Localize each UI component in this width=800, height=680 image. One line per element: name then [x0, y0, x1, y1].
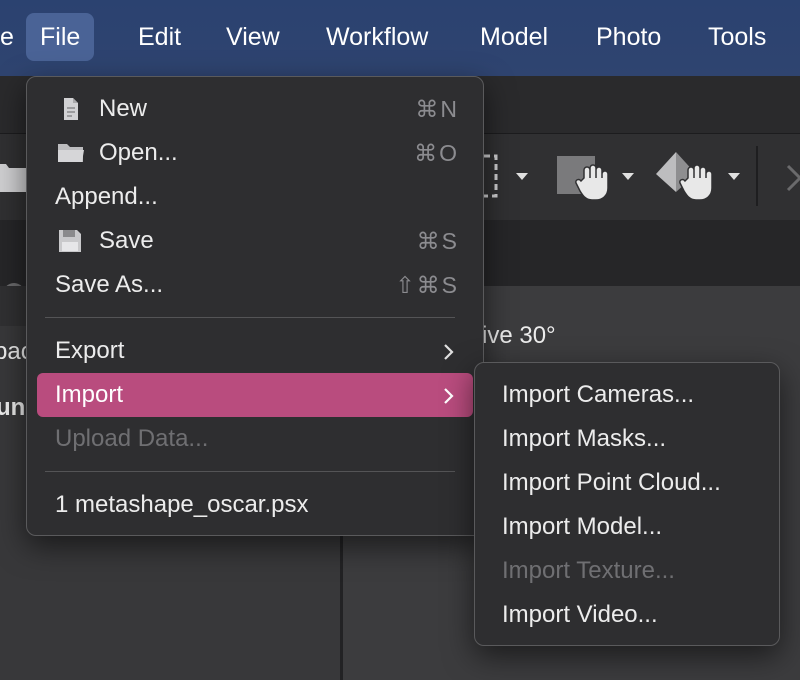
keyboard-shortcut: ⌘N — [415, 96, 459, 122]
menubar-item-partial[interactable]: e — [0, 13, 28, 61]
menu-item-import-video[interactable]: Import Video... — [485, 593, 769, 637]
chevron-down-icon[interactable] — [516, 173, 528, 180]
menu-item-import-texture: Import Texture... — [485, 549, 769, 593]
menu-item-save[interactable]: Save ⌘S — [37, 219, 473, 263]
menu-item-upload-data: Upload Data... — [37, 417, 473, 461]
menu-item-label: Import Masks... — [502, 425, 667, 452]
menu-item-import-model[interactable]: Import Model... — [485, 505, 769, 549]
menu-item-label: Import Video... — [502, 601, 658, 628]
close-icon[interactable] — [786, 164, 800, 192]
chevron-down-icon[interactable] — [622, 173, 634, 180]
menu-item-label: Import Model... — [502, 513, 663, 540]
menu-item-label: 1 metashape_oscar.psx — [55, 491, 309, 518]
menubar-item-model[interactable]: Model — [466, 13, 562, 61]
menu-item-import-cameras[interactable]: Import Cameras... — [485, 373, 769, 417]
menu-item-label: Import Cameras... — [502, 381, 695, 408]
menu-item-label: Append... — [55, 183, 158, 210]
menu-item-recent-file[interactable]: 1 metashape_oscar.psx — [37, 483, 473, 527]
pan-hand-icon[interactable] — [654, 150, 716, 204]
menu-item-import-masks[interactable]: Import Masks... — [485, 417, 769, 461]
keyboard-shortcut: ⌘S — [416, 228, 459, 254]
import-submenu: Import Cameras... Import Masks... Import… — [474, 362, 780, 646]
menu-item-label: Import — [55, 381, 124, 408]
menubar-item-tools[interactable]: Tools — [694, 13, 780, 61]
keyboard-shortcut: ⌘O — [414, 140, 459, 166]
menu-item-new[interactable]: New ⌘N — [37, 87, 473, 131]
menu-item-label: Save — [99, 227, 154, 254]
menu-item-append[interactable]: Append... — [37, 175, 473, 219]
chevron-right-icon — [444, 388, 454, 404]
menu-item-label: Import Texture... — [502, 557, 675, 584]
viewport-projection-label: ive 30° — [482, 322, 556, 349]
menu-item-label: Upload Data... — [55, 425, 209, 452]
menubar-item-workflow[interactable]: Workflow — [312, 13, 442, 61]
menu-item-label: Save As... — [55, 271, 164, 298]
chevron-right-icon — [444, 344, 454, 360]
floppy-disk-icon — [59, 230, 81, 252]
toolbar-separator — [756, 146, 758, 206]
menu-item-label: New — [99, 95, 148, 122]
menubar-item-view[interactable]: View — [212, 13, 294, 61]
folder-icon[interactable] — [0, 160, 26, 194]
keyboard-shortcut: ⇧⌘S — [395, 272, 459, 298]
menu-item-import[interactable]: Import — [37, 373, 473, 417]
menu-item-label: Open... — [99, 139, 178, 166]
menu-item-save-as[interactable]: Save As... ⇧⌘S — [37, 263, 473, 307]
workspace-item-fragment: un — [0, 394, 26, 421]
menubar-item-photo[interactable]: Photo — [582, 13, 675, 61]
file-menu: New ⌘N Open... ⌘O Append... Save ⌘S Save… — [26, 76, 484, 536]
menu-separator — [45, 471, 455, 472]
menubar-item-file[interactable]: File — [26, 13, 95, 61]
menubar-item-edit[interactable]: Edit — [124, 13, 195, 61]
menu-item-import-point-cloud[interactable]: Import Point Cloud... — [485, 461, 769, 505]
menu-bar: e File Edit View Workflow Model Photo To… — [0, 0, 800, 76]
menu-item-label: Import Point Cloud... — [502, 469, 721, 496]
document-icon — [64, 98, 78, 120]
menu-separator — [45, 317, 455, 318]
menu-item-export[interactable]: Export — [37, 329, 473, 373]
pan-hand-icon[interactable] — [556, 154, 612, 204]
menu-item-open[interactable]: Open... ⌘O — [37, 131, 473, 175]
selection-icon[interactable] — [484, 154, 500, 198]
menu-item-label: Export — [55, 337, 125, 364]
chevron-down-icon[interactable] — [728, 173, 740, 180]
folder-icon — [58, 144, 84, 162]
